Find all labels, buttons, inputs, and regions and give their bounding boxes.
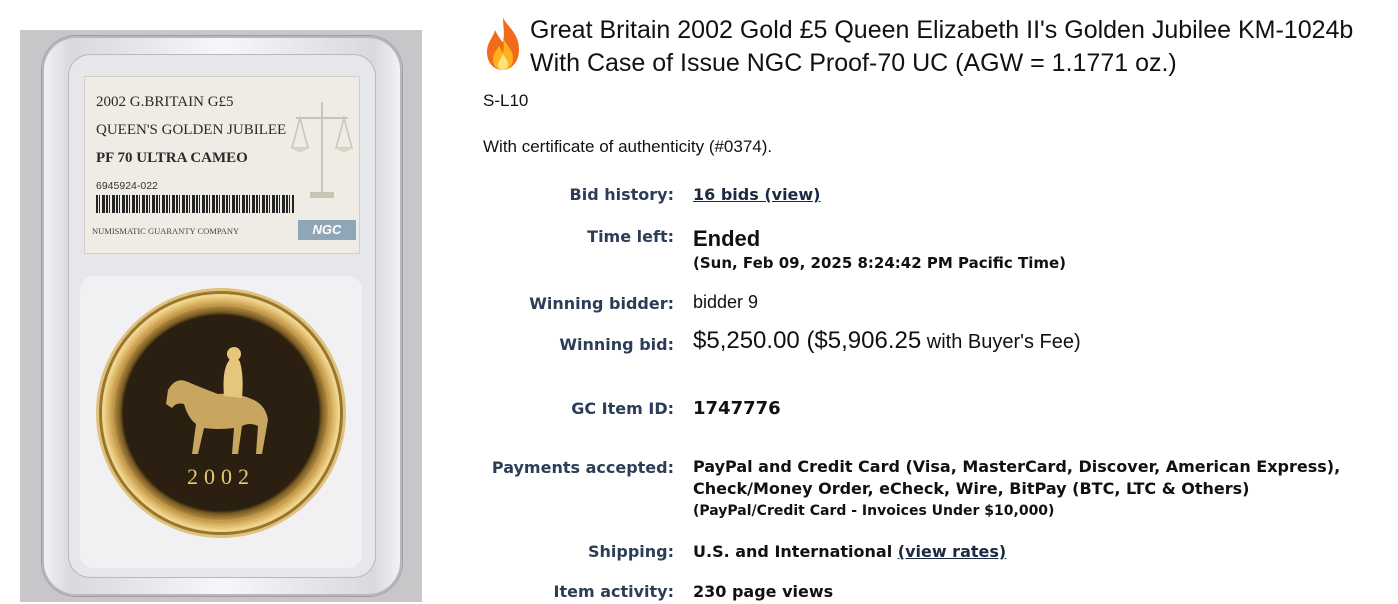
- sku: S-L10: [483, 91, 529, 110]
- winning-bid-label: Winning bid:: [559, 335, 674, 354]
- payments-label: Payments accepted:: [491, 458, 674, 477]
- listing-title: Great Britain 2002 Gold £5 Queen Elizabe…: [530, 16, 1354, 77]
- label-grade: PF 70 ULTRA CAMEO: [96, 150, 248, 166]
- winning-bidder-value: bidder 9: [693, 292, 759, 312]
- coin-slab-image[interactable]: 2002 G.BRITAIN G£5 QUEEN'S GOLDEN JUBILE…: [20, 30, 422, 602]
- winning-bidder-label: Winning bidder:: [529, 294, 674, 313]
- gc-item-id: 1747776: [693, 398, 781, 419]
- ngc-logo: NGC: [298, 220, 356, 240]
- bid-history-link[interactable]: 16 bids (view): [693, 185, 821, 204]
- payments-note: (PayPal/Credit Card - Invoices Under $10…: [693, 503, 1055, 519]
- scales-watermark: [291, 102, 353, 198]
- shipping-value: U.S. and International: [693, 542, 893, 561]
- description: With certificate of authenticity (#0374)…: [483, 137, 773, 156]
- item-activity-label: Item activity:: [553, 582, 675, 601]
- buyers-fee-text: with Buyer's Fee): [926, 331, 1081, 353]
- bid-history-label: Bid history:: [569, 185, 674, 204]
- label-cert-number: 6945924-022: [96, 180, 158, 192]
- label-company: NUMISMATIC GUARANTY COMPANY: [92, 226, 240, 236]
- label-subtitle: QUEEN'S GOLDEN JUBILEE: [96, 122, 287, 138]
- shipping-label: Shipping:: [587, 542, 674, 561]
- payments-line-1: PayPal and Credit Card (Visa, MasterCard…: [693, 457, 1341, 476]
- payments-line-2: Check/Money Order, eCheck, Wire, BitPay …: [693, 479, 1250, 498]
- time-left-status: Ended: [693, 226, 761, 251]
- time-left-label: Time left:: [587, 227, 674, 246]
- label-title: 2002 G.BRITAIN G£5: [96, 94, 234, 110]
- view-rates-link[interactable]: (view rates): [898, 542, 1006, 561]
- time-left-date: (Sun, Feb 09, 2025 8:24:42 PM Pacific Ti…: [693, 254, 1067, 272]
- item-activity-value: 230 page views: [693, 582, 834, 601]
- winning-bid-amount: $5,250.00 ($5,906.25: [693, 327, 922, 354]
- coin-year: 2002: [187, 464, 255, 489]
- slab-label: 2002 G.BRITAIN G£5 QUEEN'S GOLDEN JUBILE…: [84, 76, 360, 254]
- ngc-slab: 2002 G.BRITAIN G£5 QUEEN'S GOLDEN JUBILE…: [42, 36, 402, 596]
- flame-icon: [487, 18, 519, 70]
- coin-holder: 2002: [80, 276, 362, 568]
- slab-inner: 2002 G.BRITAIN G£5 QUEEN'S GOLDEN JUBILE…: [68, 54, 376, 578]
- gc-item-label: GC Item ID:: [571, 399, 674, 418]
- horse-rider-relief: [166, 347, 268, 454]
- barcode: [96, 195, 294, 213]
- gold-coin: 2002: [102, 294, 340, 532]
